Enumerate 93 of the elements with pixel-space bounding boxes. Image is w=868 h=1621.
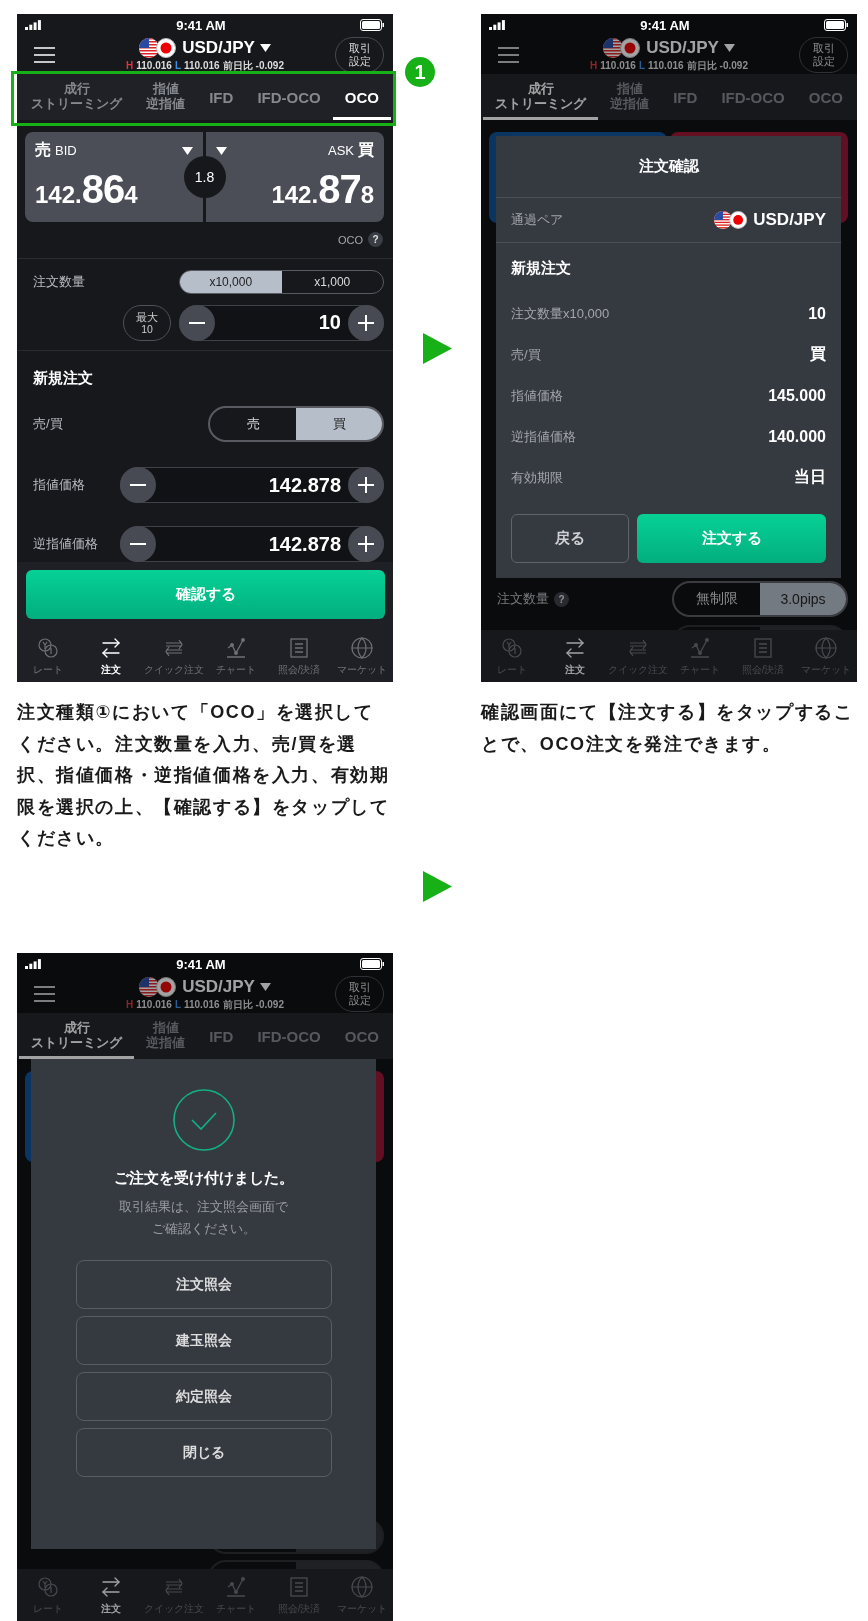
dialog-button[interactable]: 閉じる: [75, 1428, 332, 1477]
ask-price: 142.878: [271, 167, 374, 212]
side-toggle[interactable]: 売 買: [208, 406, 384, 442]
status-time: 9:41 AM: [176, 17, 226, 33]
dialog-title: 注文確認: [638, 157, 699, 176]
field-label: 売/買: [33, 415, 63, 433]
change-value: -0.092: [255, 998, 284, 1010]
dialog-title: ご注文を受け付けました。: [113, 1169, 294, 1188]
limit-selector[interactable]: 無制限 3.0pips: [672, 581, 848, 617]
row-label: 逆指値価格: [511, 427, 576, 446]
row-label: 通過ペア: [511, 211, 563, 229]
side-option[interactable]: 売: [210, 408, 296, 440]
instruction-text: 確認画面にて【注文する】をタップすることで、OCO注文を発注できます。: [481, 701, 855, 756]
field-label: 注文数量: [33, 272, 85, 291]
nav-item[interactable]: マーケット: [330, 630, 393, 682]
currency-pair[interactable]: USD/JPY: [182, 37, 255, 58]
order-type-tab[interactable]: IFD-OCO: [245, 74, 333, 120]
nav-item[interactable]: 注文: [79, 630, 143, 682]
row-label: 指値価格: [511, 386, 563, 405]
nav-item[interactable]: 照会/決済: [267, 630, 331, 682]
high-label: H: [126, 998, 134, 1010]
status-time: 9:41 AM: [640, 17, 690, 33]
order-type-tab[interactable]: OCO: [332, 74, 391, 120]
price-stepper[interactable]: 142.878: [120, 467, 384, 503]
low-label: L: [174, 998, 181, 1010]
change-value: -0.092: [255, 59, 284, 71]
unit-option[interactable]: x10,000: [180, 270, 282, 293]
change-label: 前日比: [222, 59, 253, 73]
high-value: 110.016: [136, 998, 172, 1010]
help-label: OCO: [337, 233, 363, 246]
nav-item[interactable]: 注文: [79, 1569, 143, 1621]
side-label: 売: [35, 140, 51, 160]
row-value: 当日: [794, 467, 826, 487]
help-button[interactable]: ?: [554, 591, 569, 607]
order-type-tab[interactable]: 指値 逆指値: [134, 74, 198, 120]
currency-pair[interactable]: USD/JPY: [182, 976, 255, 997]
spread-badge: 1.8: [183, 156, 226, 198]
high-value: 110.016: [136, 59, 172, 71]
section-heading: 新規注文: [33, 368, 93, 388]
nav-item[interactable]: クイック注文: [142, 630, 205, 682]
quantity-stepper[interactable]: 10: [179, 304, 384, 341]
high-label: H: [126, 59, 134, 71]
nav-item[interactable]: チャート: [205, 630, 268, 682]
change-label: 前日比: [222, 998, 253, 1012]
dialog-button[interactable]: 建玉照会: [75, 1316, 332, 1365]
row-value: 145.000: [768, 386, 826, 405]
pair-value: USD/JPY: [753, 210, 826, 230]
low-value: 110.016: [184, 998, 220, 1010]
low-value: 110.016: [184, 59, 220, 71]
help-button[interactable]: ?: [368, 232, 383, 248]
row-label: 有効期限: [511, 468, 563, 487]
quote-card[interactable]: 売 BID 142.864 ASK 買 142.878 1.8: [25, 132, 384, 222]
back-button[interactable]: 戻る: [511, 514, 629, 563]
high-value: 110.016: [600, 59, 636, 71]
order-type-tab[interactable]: IFD: [197, 74, 246, 120]
dialog-message: 取引結果は、注文照会画面で ご確認ください。: [119, 1198, 288, 1238]
row-value: 買: [810, 344, 826, 364]
order-type-tab[interactable]: 成行 ストリーミング: [19, 74, 135, 120]
instruction-text: 注文種類①において「OCO」を選択してください。注文数量を入力、売/買を選択、指値価格・逆指値価格を入力、有効期限を選択の上、【確認する】をタップしてください。: [17, 701, 391, 850]
bid-label: BID: [55, 143, 77, 158]
nav-item[interactable]: 注文: [543, 630, 607, 682]
low-label: L: [638, 59, 645, 71]
field-label: 逆指値価格: [33, 535, 98, 553]
section-heading: 新規注文: [511, 258, 571, 278]
dialog-button[interactable]: 約定照会: [75, 1372, 332, 1421]
status-time: 9:41 AM: [176, 956, 226, 972]
side-label: 買: [358, 140, 374, 160]
nav-item[interactable]: レート: [17, 630, 80, 682]
step-badge: 1: [405, 57, 435, 87]
order-type-tab[interactable]: 成行 ストリーミング: [483, 74, 599, 120]
field-label: 注文数量: [497, 590, 549, 608]
row-value: 140.000: [768, 427, 826, 446]
stepper-value: 142.878: [267, 473, 342, 497]
row-label: 売/買: [511, 345, 541, 364]
currency-pair[interactable]: USD/JPY: [646, 37, 719, 58]
side-option[interactable]: 買: [296, 408, 382, 440]
stepper-value: 10: [317, 311, 342, 335]
high-label: H: [590, 59, 598, 71]
limit-option[interactable]: 無制限: [674, 583, 760, 615]
change-label: 前日比: [686, 59, 717, 73]
field-label: 指値価格: [33, 476, 85, 494]
ask-label: ASK: [328, 143, 354, 158]
limit-option[interactable]: 3.0pips: [760, 583, 846, 615]
low-label: L: [174, 59, 181, 71]
low-value: 110.016: [648, 59, 684, 71]
dialog-button[interactable]: 注文照会: [75, 1260, 332, 1309]
row-label: 注文数量x10,000: [511, 304, 610, 323]
row-value: 10: [808, 304, 826, 323]
stepper-value: 142.878: [267, 532, 342, 556]
price-stepper[interactable]: 142.878: [120, 526, 384, 562]
bid-price: 142.864: [35, 167, 138, 212]
unit-option[interactable]: x1,000: [281, 270, 383, 293]
change-value: -0.092: [719, 59, 748, 71]
